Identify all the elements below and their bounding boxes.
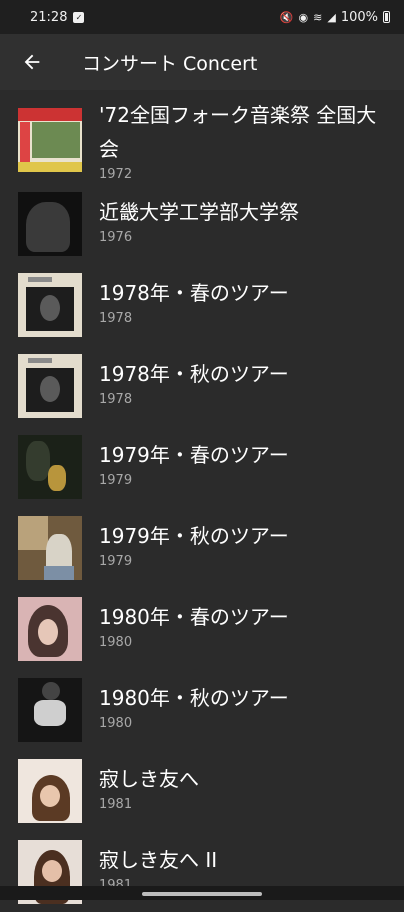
album-year: 1980 <box>99 716 133 731</box>
album-year: 1978 <box>99 311 133 326</box>
album-year: 1978 <box>99 392 133 407</box>
album-list-item[interactable]: '72全国フォーク音楽祭 全国大会 1972 <box>0 90 404 183</box>
album-list-item[interactable]: 1978年・春のツアー 1978 <box>0 264 404 345</box>
back-button[interactable] <box>0 34 64 90</box>
album-list-item[interactable]: 1979年・春のツアー 1979 <box>0 426 404 507</box>
album-year: 1980 <box>99 635 133 650</box>
album-cover <box>18 273 82 337</box>
album-title: 1979年・春のツアー <box>99 443 289 467</box>
album-year: 1981 <box>99 797 133 812</box>
album-list-item[interactable]: 近畿大学工学部大学祭 1976 <box>0 183 404 264</box>
mute-icon: 🔇 <box>279 10 294 24</box>
album-cover <box>18 108 82 172</box>
album-cover <box>18 759 82 823</box>
album-list-item[interactable]: 1980年・秋のツアー 1980 <box>0 669 404 750</box>
battery-percent: 100% <box>340 9 378 25</box>
album-year: 1972 <box>99 167 133 182</box>
status-time: 21:28 <box>30 9 68 25</box>
home-gesture-handle[interactable] <box>142 892 262 896</box>
signal-icon: ◢ <box>327 10 336 24</box>
album-title: 近畿大学工学部大学祭 <box>99 200 299 224</box>
arrow-left-icon <box>24 54 40 70</box>
page-title: コンサート Concert <box>82 52 258 75</box>
album-title: 寂しき友へ II <box>99 848 218 872</box>
album-cover <box>18 597 82 661</box>
album-year: 1979 <box>99 554 133 569</box>
album-list-item[interactable]: 寂しき友へ 1981 <box>0 750 404 831</box>
battery-icon <box>383 11 390 23</box>
album-list-item[interactable]: 1979年・秋のツアー 1979 <box>0 507 404 588</box>
album-cover <box>18 516 82 580</box>
status-bar: 21:28 ✓ 🔇 ◉ ≋ ◢ 100% <box>0 0 404 34</box>
album-title: '72全国フォーク音楽祭 全国大会 <box>99 103 377 161</box>
album-cover <box>18 354 82 418</box>
album-title: 寂しき友へ <box>99 767 199 791</box>
album-title: 1980年・秋のツアー <box>99 686 289 710</box>
album-list[interactable]: '72全国フォーク音楽祭 全国大会 1972 近畿大学工学部大学祭 1976 1… <box>0 90 404 912</box>
album-cover <box>18 435 82 499</box>
album-cover <box>18 192 82 256</box>
navigation-bar <box>0 886 404 900</box>
wifi-icon: ≋ <box>313 10 323 24</box>
album-list-item[interactable]: 1978年・秋のツアー 1978 <box>0 345 404 426</box>
album-year: 1979 <box>99 473 133 488</box>
hotspot-icon: ◉ <box>298 10 309 24</box>
album-title: 1979年・秋のツアー <box>99 524 289 548</box>
album-title: 1978年・春のツアー <box>99 281 289 305</box>
album-list-item[interactable]: 1980年・春のツアー 1980 <box>0 588 404 669</box>
app-bar: コンサート Concert <box>0 34 404 90</box>
album-cover <box>18 678 82 742</box>
album-year: 1976 <box>99 230 133 245</box>
album-title: 1980年・春のツアー <box>99 605 289 629</box>
notification-icon: ✓ <box>73 11 85 23</box>
album-title: 1978年・秋のツアー <box>99 362 289 386</box>
